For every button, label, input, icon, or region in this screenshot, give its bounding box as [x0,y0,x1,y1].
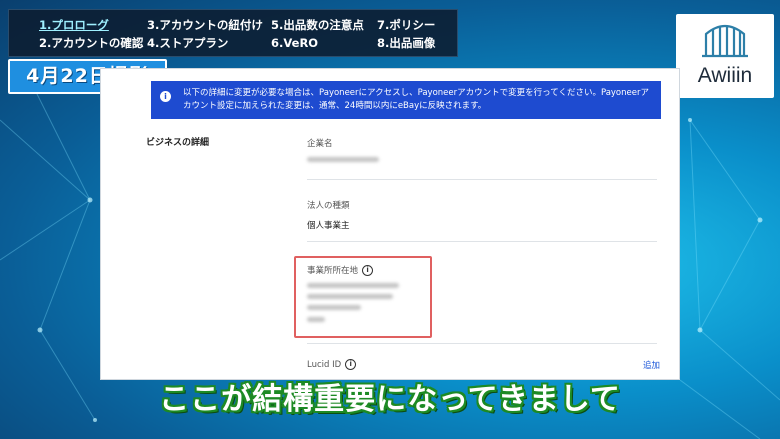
notice-text: 以下の詳細に変更が必要な場合は、Payoneerにアクセスし、Payoneerア… [183,88,649,111]
chapter-6[interactable]: 6.VeRO [271,36,318,50]
cage-logo-icon [702,24,748,58]
chapter-3[interactable]: 3.アカウントの紐付け [147,18,263,32]
chapter-menu: 1.プロローグ 3.アカウントの紐付け 5.出品数の注意点 7.ポリシー 2.ア… [8,9,458,57]
company-name-blurred-value [307,157,379,162]
company-name-label: 企業名 [307,139,333,149]
brand-name: Awiiin [697,64,753,87]
chapter-1[interactable]: 1.プロローグ [39,18,109,32]
chapter-8[interactable]: 8.出品画像 [377,36,435,50]
video-subtitle: ここが結構重要になってきまして [159,382,621,417]
info-icon[interactable]: i [345,359,357,370]
entity-type-value: 個人事業主 [307,221,350,231]
divider [307,241,657,242]
info-icon: i [160,91,171,102]
payoneer-settings-panel: i 以下の詳細に変更が必要な場合は、Payoneerにアクセスし、Payonee… [100,68,680,380]
lucid-id-label-text: Lucid ID [307,360,342,370]
chapter-5[interactable]: 5.出品数の注意点 [271,18,364,32]
notice-banner: i 以下の詳細に変更が必要な場合は、Payoneerにアクセスし、Payonee… [151,81,661,119]
lucid-id-label: Lucid ID i [307,359,357,370]
divider [307,179,657,180]
divider [307,343,657,344]
address-highlight-box [294,256,432,338]
chapter-7[interactable]: 7.ポリシー [377,18,435,32]
chapter-2[interactable]: 2.アカウントの確認 [39,36,143,50]
add-lucid-id-link[interactable]: 追加 [643,359,660,371]
chapter-4[interactable]: 4.ストアプラン [147,36,228,50]
section-title: ビジネスの詳細 [146,138,210,148]
entity-type-label: 法人の種類 [307,201,350,211]
brand-logo: Awiiin [676,14,774,98]
